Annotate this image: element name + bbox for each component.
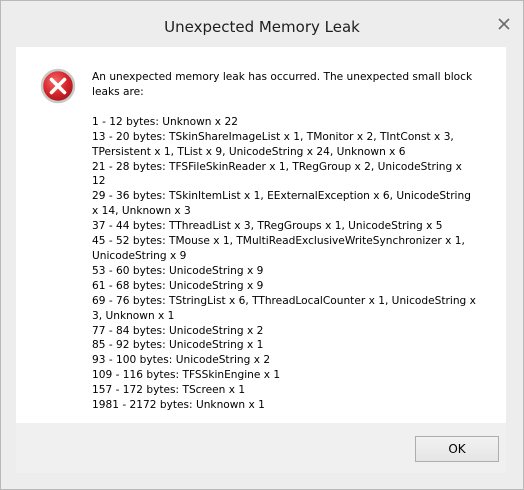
- leak-line-4: 29 - 36 bytes: TSkinItemList x 1, EExter…: [92, 190, 471, 218]
- leak-line-8: 61 - 68 bytes: UnicodeString x 9: [92, 279, 264, 292]
- leak-line-7: 53 - 60 bytes: UnicodeString x 9: [92, 264, 264, 277]
- title-bar[interactable]: Unexpected Memory Leak: [1, 1, 523, 47]
- leak-line-1: 1 - 12 bytes: Unknown x 22: [92, 115, 238, 128]
- leak-line-14: 157 - 172 bytes: TScreen x 1: [92, 384, 246, 397]
- close-button[interactable]: [491, 13, 517, 35]
- leak-line-3: 21 - 28 bytes: TFSFileSkinReader x 1, TR…: [92, 160, 462, 188]
- leak-line-10: 77 - 84 bytes: UnicodeString x 2: [92, 324, 264, 337]
- leak-line-2: 13 - 20 bytes: TSkinShareImageList x 1, …: [92, 130, 454, 158]
- leak-line-9: 69 - 76 bytes: TStringList x 6, TThreadL…: [92, 294, 476, 322]
- message-text: An unexpected memory leak has occurred. …: [92, 70, 476, 413]
- message-intro: An unexpected memory leak has occurred. …: [92, 71, 473, 98]
- leak-line-6: 45 - 52 bytes: TMouse x 1, TMultiReadExc…: [92, 235, 465, 262]
- leak-line-13: 109 - 116 bytes: TFSSkinEngine x 1: [92, 369, 281, 382]
- leak-line-11: 85 - 92 bytes: UnicodeString x 1: [92, 339, 264, 352]
- ok-button[interactable]: OK: [415, 436, 499, 462]
- leak-line-15: 1981 - 2172 bytes: Unknown x 1: [92, 399, 265, 412]
- window-title: Unexpected Memory Leak: [164, 18, 360, 36]
- leak-line-5: 37 - 44 bytes: TThreadList x 3, TRegGrou…: [92, 220, 443, 233]
- error-icon: [36, 64, 80, 108]
- close-icon: [498, 18, 510, 30]
- leak-line-12: 93 - 100 bytes: UnicodeString x 2: [92, 354, 271, 367]
